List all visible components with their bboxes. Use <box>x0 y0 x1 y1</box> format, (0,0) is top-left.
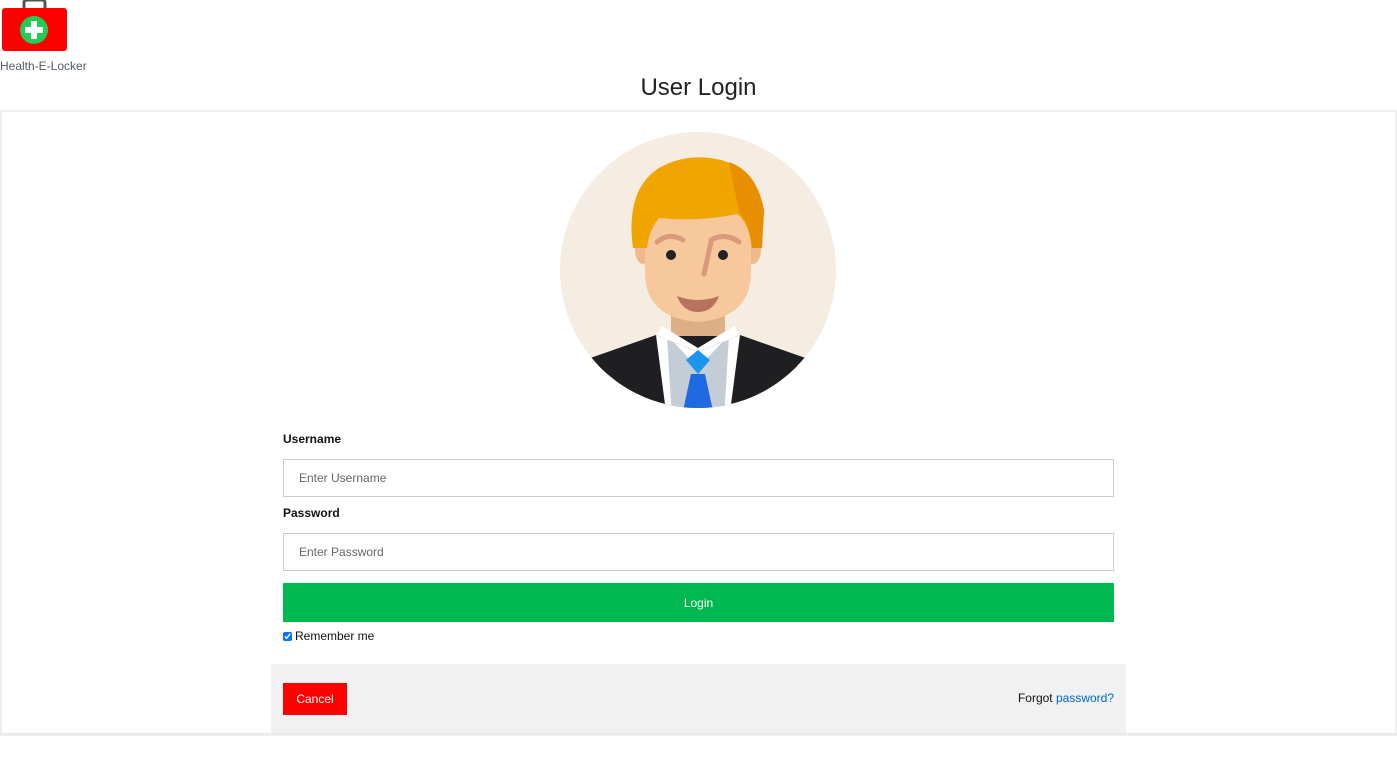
user-avatar-icon <box>560 132 836 408</box>
brand-logo[interactable]: Health-E-Locker <box>0 0 100 76</box>
brand-name: Health-E-Locker <box>0 59 87 73</box>
username-label: Username <box>283 432 342 446</box>
password-label: Password <box>283 506 340 520</box>
first-aid-kit-icon <box>2 0 67 51</box>
remember-me-checkbox[interactable] <box>283 631 292 641</box>
forgot-password: Forgot password? <box>1018 691 1114 705</box>
login-card: Username Password Login Remember me Canc… <box>0 110 1397 736</box>
forgot-prefix: Forgot <box>1017 691 1056 705</box>
remember-me[interactable]: Remember me <box>283 629 374 643</box>
cancel-button[interactable]: Cancel <box>283 683 347 715</box>
username-input[interactable] <box>283 459 1114 497</box>
forgot-password-link[interactable]: password? <box>1056 691 1114 705</box>
page-title: User Login <box>640 74 757 101</box>
divider <box>0 733 1397 734</box>
remember-me-label: Remember me <box>295 629 375 643</box>
login-button[interactable]: Login <box>283 583 1114 622</box>
login-footer: Cancel Forgot password? <box>271 664 1126 734</box>
password-input[interactable] <box>283 533 1114 571</box>
